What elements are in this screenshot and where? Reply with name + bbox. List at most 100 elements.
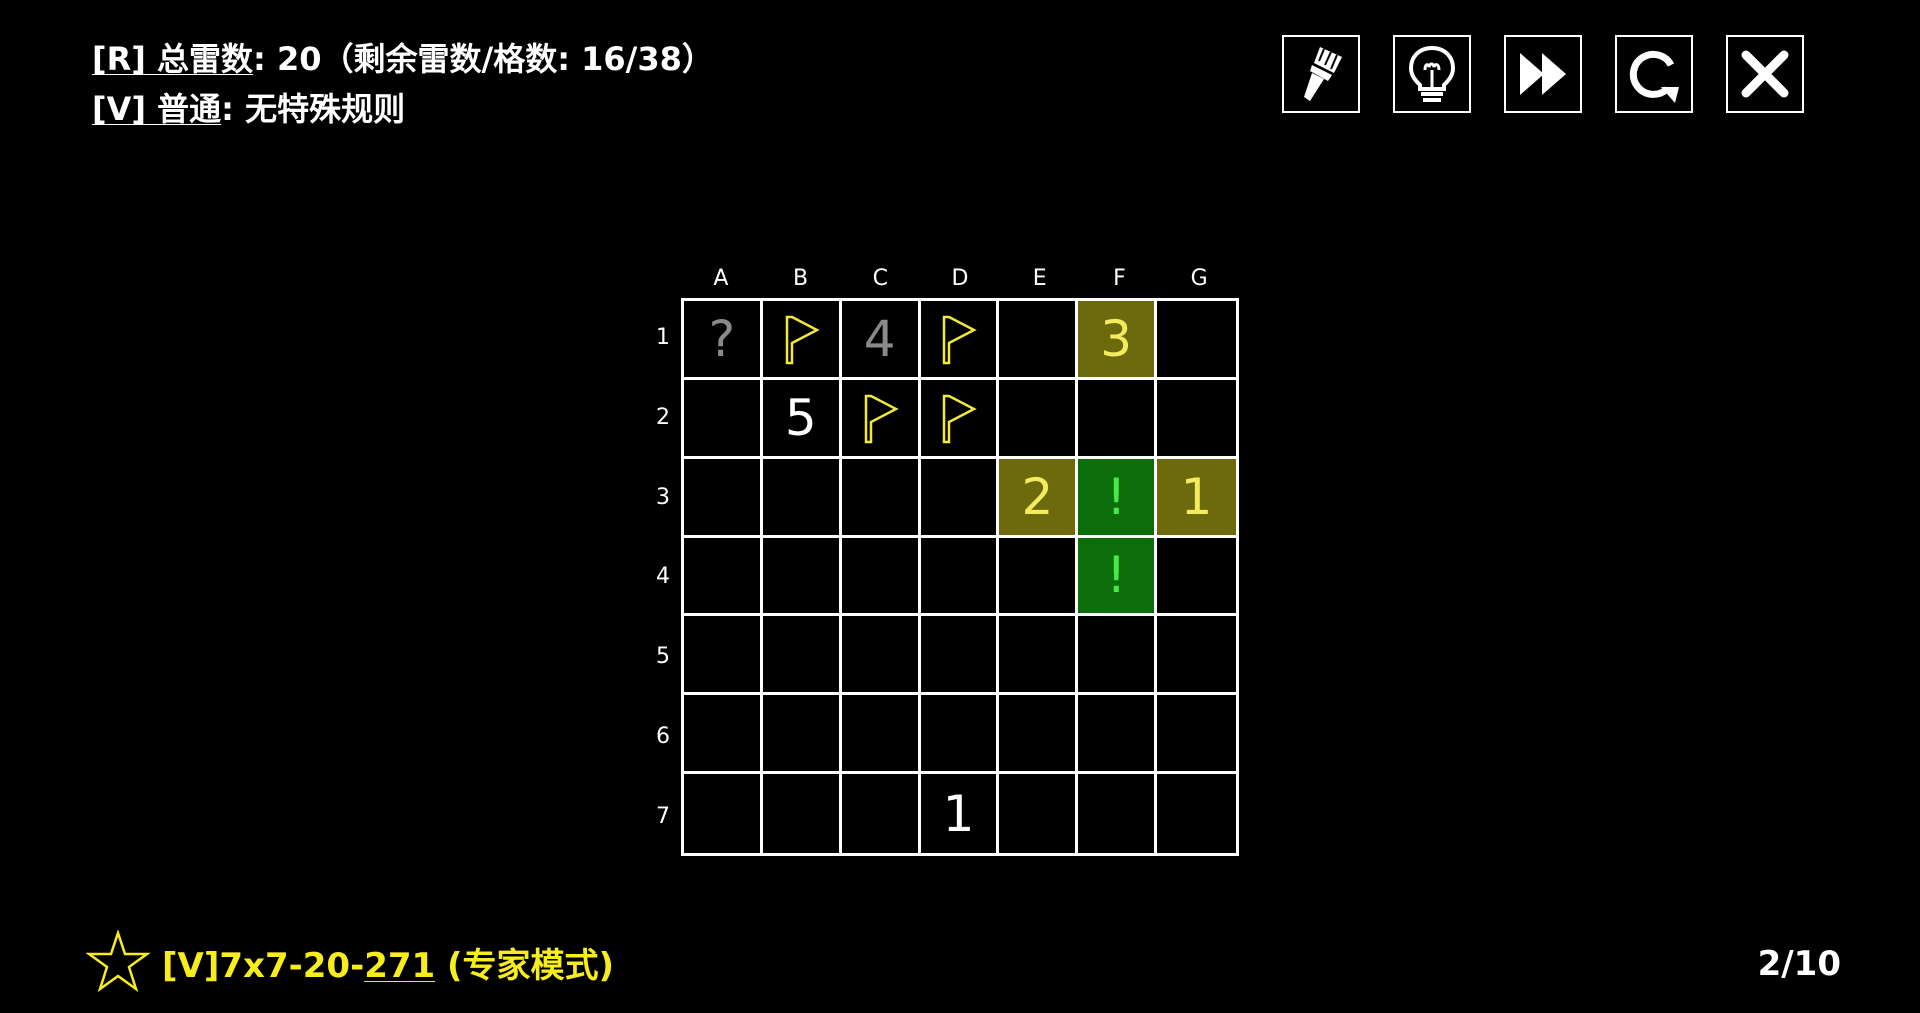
restart-icon [1629,50,1679,103]
cell-c4[interactable] [841,537,921,617]
level-info: [V]7x7-20-271 (专家模式) [86,930,614,994]
rule-key[interactable]: [R] 总雷数 [92,40,253,78]
cell-a4[interactable] [684,537,763,617]
cell-e2[interactable] [999,379,1079,459]
cell-f5[interactable] [1078,616,1158,696]
cell-c7[interactable] [842,774,921,853]
cell-g7[interactable] [1157,774,1236,853]
row-labels: 1 2 3 4 5 6 7 [650,298,676,856]
cell-b6[interactable] [762,695,842,775]
cell-value: ! [1106,546,1127,605]
column-label: E [1032,266,1047,291]
cell-e1[interactable] [999,301,1079,380]
rule-name: 总雷数 [157,40,254,78]
cell-e7[interactable] [999,774,1079,853]
column-labels: A B C D E F G [681,266,1239,291]
cell-e3[interactable]: 2 [999,458,1079,538]
level-id-link[interactable]: 271 [364,946,435,986]
row-label: 7 [656,803,670,829]
flag-icon [785,315,820,365]
cell-g5[interactable] [1157,616,1236,696]
cell-d1[interactable] [920,301,1000,380]
cell-d2[interactable] [920,379,1000,459]
cell-g2[interactable] [1157,380,1236,459]
cell-e5[interactable] [999,616,1079,696]
cell-value: 4 [863,309,896,368]
rule-value: 无特殊规则 [245,90,406,128]
cell-value: ! [1106,467,1127,526]
column-label: G [1190,266,1208,291]
row-label: 2 [656,405,670,431]
column-label: A [713,266,729,291]
row-label: 5 [656,644,670,670]
cell-f4[interactable]: ! [1078,537,1158,617]
brush-icon [1304,47,1342,101]
star-icon[interactable] [86,930,150,994]
flag-icon [943,394,978,444]
restart-button[interactable] [1615,35,1693,113]
rule-name: 普通 [157,90,222,128]
cell-value: 1 [942,784,975,843]
cell-g3[interactable]: 1 [1157,458,1236,538]
cell-g6[interactable] [1157,695,1236,775]
cell-a5[interactable] [684,616,763,696]
cell-b1[interactable] [762,301,842,380]
cell-a7[interactable] [684,774,763,853]
rules-panel: [R] 总雷数: 20（剩余雷数/格数: 16/38） [V] 普通: 无特殊规… [92,34,714,134]
cell-g1[interactable] [1157,301,1236,380]
cell-b7[interactable] [763,774,842,853]
lightbulb-icon [1408,45,1456,102]
rule-key[interactable]: [V] 普通 [92,90,221,128]
level-name: [V]7x7-20-271 (专家模式) [162,938,614,987]
close-button[interactable] [1726,35,1804,113]
cell-f2[interactable] [1078,379,1158,459]
cell-c6[interactable] [841,695,921,775]
cell-e4[interactable] [999,537,1079,617]
cell-a3[interactable] [684,458,763,538]
cell-d3[interactable] [920,458,1000,538]
cell-a6[interactable] [684,695,763,775]
cell-d4[interactable] [920,537,1000,617]
level-prefix: [V]7x7-20- [162,945,365,986]
fast-forward-icon [1520,53,1566,95]
row-label: 6 [656,723,670,749]
skip-button[interactable] [1504,35,1582,113]
cell-value: 3 [1100,309,1133,368]
row-label: 4 [656,564,670,590]
cell-value: ? [708,309,736,368]
column-label: D [951,266,969,291]
column-label: C [872,266,888,291]
rule-total-mines: [R] 总雷数: 20（剩余雷数/格数: 16/38） [92,34,714,84]
cell-b4[interactable] [762,537,842,617]
cell-a2[interactable] [684,379,763,459]
cell-d6[interactable] [920,695,1000,775]
cell-value: 5 [784,388,817,447]
flag-icon [943,315,978,365]
rule-separator: : [253,40,266,78]
cell-c5[interactable] [841,616,921,696]
cell-f6[interactable] [1078,695,1158,775]
cell-c1[interactable]: 4 [841,301,921,380]
rule-variant: [V] 普通: 无特殊规则 [92,84,714,134]
rule-value: 20（剩余雷数/格数: 16/38） [276,40,714,78]
cell-b2[interactable]: 5 [762,379,842,459]
cell-b5[interactable] [762,616,842,696]
hint-button[interactable] [1393,35,1471,113]
cell-a1[interactable]: ? [684,301,763,380]
column-label: B [793,266,809,291]
cell-b3[interactable] [762,458,842,538]
cell-c2[interactable] [841,379,921,459]
cell-d5[interactable] [920,616,1000,696]
rule-key-text: [R] [92,40,146,78]
cell-e6[interactable] [999,695,1079,775]
minesweeper-board: ? 4 3 5 2! 1! 1 [681,298,1239,856]
cell-f7[interactable] [1078,774,1158,853]
flag-icon [864,394,899,444]
cell-d7[interactable]: 1 [921,774,1000,853]
cell-f1[interactable]: 3 [1078,301,1158,380]
cell-f3[interactable]: ! [1078,458,1158,538]
cell-c3[interactable] [841,458,921,538]
brush-button[interactable] [1282,35,1360,113]
toolbar [1282,35,1804,113]
cell-g4[interactable] [1157,538,1236,617]
